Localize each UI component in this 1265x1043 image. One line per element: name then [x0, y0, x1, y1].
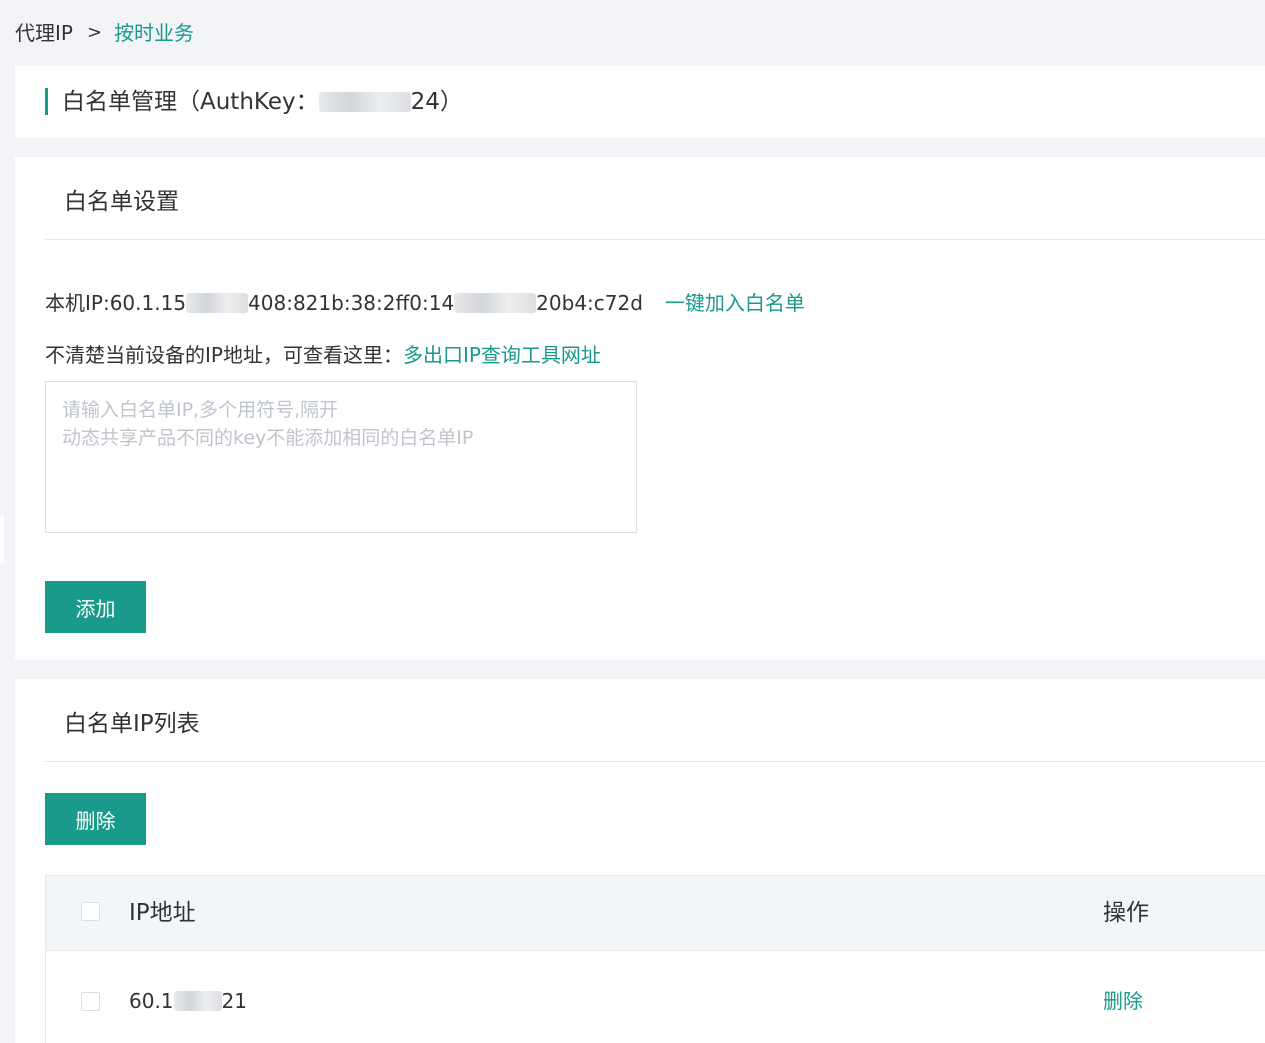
breadcrumb-current: 按时业务	[114, 21, 195, 45]
local-ip-redacted-mask-2	[454, 293, 537, 313]
row-ip-redacted-mask	[173, 991, 222, 1011]
local-ip-part1: 60.1.15	[109, 291, 187, 315]
one-click-add-whitelist-link[interactable]: 一键加入白名单	[665, 288, 805, 318]
page-title-suffix: ）	[439, 89, 463, 115]
row-ip-end: 21	[221, 989, 247, 1013]
row-ip-start: 60.1	[129, 989, 174, 1013]
page-title: 白名单管理（AuthKey： 24 ）	[62, 86, 463, 118]
ip-query-tool-link[interactable]: 多出口IP查询工具网址	[403, 343, 601, 367]
breadcrumb-separator: >	[86, 22, 103, 43]
whitelist-table: IP地址 操作 60.1 21 删除	[45, 875, 1265, 1043]
settings-section-title: 白名单设置	[64, 189, 179, 215]
authkey-visible-end: 24	[410, 89, 440, 115]
table-header: IP地址 操作	[46, 876, 1265, 951]
select-all-checkbox[interactable]	[81, 902, 100, 921]
ip-hint-row: 不清楚当前设备的IP地址，可查看这里：多出口IP查询工具网址	[45, 340, 601, 370]
local-ip-part2: 408:821b:38:2ff0:14	[248, 291, 455, 315]
local-ip-part3: 20b4:c72d	[536, 291, 643, 315]
add-button[interactable]: 添加	[45, 581, 146, 633]
column-header-ip: IP地址	[129, 900, 196, 926]
breadcrumb-root[interactable]: 代理IP	[15, 18, 73, 48]
delete-selected-button[interactable]: 删除	[45, 793, 146, 845]
whitelist-list-panel: 白名单IP列表 删除 IP地址 操作 60.1 21 删除	[15, 679, 1265, 1043]
list-divider	[45, 761, 1265, 762]
title-accent-bar	[45, 88, 48, 115]
whitelist-settings-panel: 白名单设置 本机IP: 60.1.15 408:821b:38:2ff0:14 …	[15, 157, 1265, 660]
list-section-title: 白名单IP列表	[64, 711, 200, 737]
local-ip-label: 本机IP:	[45, 291, 110, 315]
authkey-redacted-mask	[318, 92, 411, 112]
title-panel: 白名单管理（AuthKey： 24 ）	[15, 66, 1265, 138]
page-title-prefix: 白名单管理（AuthKey：	[62, 89, 319, 115]
row-ip: 60.1 21	[129, 986, 247, 1016]
local-ip-row: 本机IP: 60.1.15 408:821b:38:2ff0:14 20b4:c…	[45, 288, 805, 318]
whitelist-ip-input[interactable]	[45, 381, 637, 533]
ip-hint-text: 不清楚当前设备的IP地址，可查看这里：	[45, 343, 403, 367]
table-row: 60.1 21 删除	[46, 951, 1265, 1041]
row-delete-link[interactable]: 删除	[1103, 986, 1143, 1016]
local-ip-redacted-mask-1	[186, 293, 249, 313]
column-header-action: 操作	[1103, 900, 1149, 926]
settings-divider	[45, 239, 1265, 240]
row-checkbox[interactable]	[81, 992, 100, 1011]
left-edge-tab	[0, 515, 4, 563]
breadcrumb: 代理IP > 按时业务	[15, 18, 194, 48]
